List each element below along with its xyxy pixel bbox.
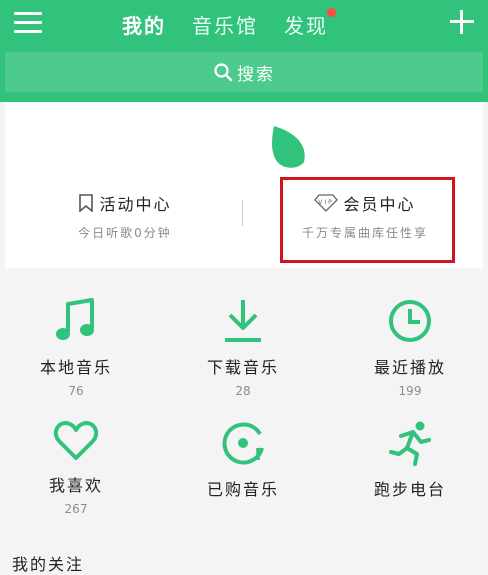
my-follows-title[interactable]: 我的关注 — [12, 551, 84, 575]
grid-item-purchased[interactable]: 已购音乐 — [173, 420, 313, 506]
nav-tabs: 我的 音乐馆 发现 — [122, 7, 354, 40]
running-person-icon — [389, 421, 431, 466]
hamburger-menu-icon[interactable] — [14, 12, 42, 34]
search-bar[interactable]: 搜索 — [5, 52, 483, 92]
bookmark-icon — [79, 194, 94, 212]
grid-label: 本地音乐 — [39, 358, 112, 377]
activity-center[interactable]: 活动中心 今日听歌0分钟 — [10, 192, 240, 241]
search-label: 搜索 — [237, 64, 275, 85]
search-icon — [214, 63, 233, 82]
music-note-icon — [56, 298, 94, 340]
tab-discover[interactable]: 发现 — [284, 7, 336, 39]
tab-mine[interactable]: 我的 — [122, 10, 166, 39]
grid-label: 最近播放 — [373, 358, 446, 377]
activity-center-title: 活动中心 — [99, 195, 172, 214]
grid-item-running-radio[interactable]: 跑步电台 — [340, 420, 480, 506]
vip-highlight-box — [280, 177, 455, 263]
notification-dot — [327, 7, 336, 17]
card-divider — [242, 200, 243, 226]
grid-label: 已购音乐 — [206, 480, 279, 499]
tab-discover-label: 发现 — [284, 13, 328, 38]
grid-label: 我喜欢 — [48, 476, 103, 495]
tab-music-hall[interactable]: 音乐馆 — [192, 10, 258, 39]
clock-icon — [389, 300, 431, 342]
plus-icon[interactable] — [450, 10, 474, 34]
grid-count: 28 — [235, 384, 251, 398]
grid-item-favorites[interactable]: 我喜欢 267 — [6, 420, 146, 516]
grid-label: 下载音乐 — [206, 358, 279, 377]
grid-count: 76 — [68, 384, 84, 398]
grid-item-recent[interactable]: 最近播放 199 — [340, 298, 480, 398]
download-icon — [225, 300, 261, 342]
grid-count: 267 — [64, 502, 88, 516]
top-app-bar: 我的 音乐馆 发现 搜索 — [0, 0, 488, 102]
heart-icon — [53, 421, 99, 460]
leaf-decoration-icon — [272, 126, 305, 168]
purchased-disc-icon — [222, 422, 264, 465]
grid-item-downloads[interactable]: 下载音乐 28 — [173, 298, 313, 398]
grid-count: 199 — [398, 384, 422, 398]
grid-item-local-music[interactable]: 本地音乐 76 — [6, 298, 146, 398]
grid-label: 跑步电台 — [373, 480, 446, 499]
activity-center-subtitle: 今日听歌0分钟 — [78, 226, 172, 240]
